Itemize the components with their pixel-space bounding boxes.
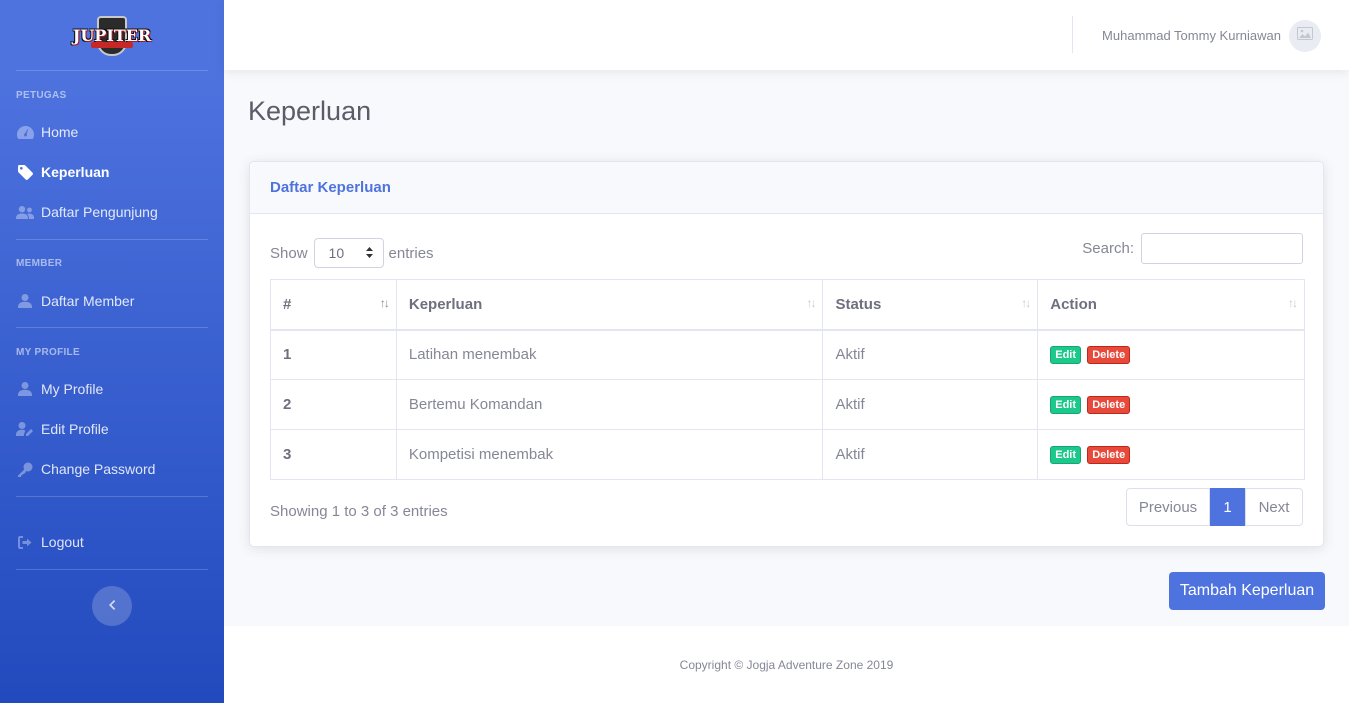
column-header-keperluan[interactable]: Keperluan ↑↓ bbox=[395, 279, 824, 331]
topbar-divider bbox=[1072, 16, 1073, 53]
table-header-row: # ↑↓ Keperluan ↑↓ Status ↑↓ Action ↑↓ bbox=[270, 279, 1305, 331]
sidebar-item-label: My Profile bbox=[41, 381, 104, 397]
sidebar-item-my-profile[interactable]: My Profile bbox=[16, 377, 208, 401]
page-length-value: 10 bbox=[328, 245, 345, 261]
tag-icon bbox=[16, 164, 34, 180]
cell-keperluan: Kompetisi menembak bbox=[395, 429, 824, 480]
sidebar-item-label: Keperluan bbox=[41, 164, 110, 180]
cell-status: Aktif bbox=[822, 379, 1039, 430]
sort-arrows-icon bbox=[365, 245, 373, 261]
card-title: Daftar Keperluan bbox=[270, 179, 391, 196]
cell-no: 3 bbox=[270, 429, 397, 480]
sidebar-item-keperluan[interactable]: Keperluan bbox=[16, 160, 208, 184]
cell-action: Edit Delete bbox=[1037, 429, 1305, 480]
tachometer-icon bbox=[16, 125, 34, 139]
pagination: Previous 1 Next bbox=[1126, 488, 1303, 526]
sidebar-item-label: Daftar Pengunjung bbox=[41, 204, 158, 220]
sidebar: JUPITER PETUGAS Home Keperluan Daftar Pe… bbox=[0, 0, 224, 703]
card-header: Daftar Keperluan bbox=[250, 162, 1323, 214]
logo-text: JUPITER bbox=[72, 25, 152, 45]
page-length-select[interactable]: 10 bbox=[313, 238, 384, 268]
page-length-control: Show 10 entries bbox=[270, 238, 434, 268]
pagination-page-1[interactable]: 1 bbox=[1210, 488, 1245, 526]
sidebar-toggle-button[interactable] bbox=[92, 586, 132, 626]
chevron-left-icon bbox=[108, 597, 116, 615]
column-header-no[interactable]: # ↑↓ bbox=[270, 279, 397, 331]
pagination-previous[interactable]: Previous bbox=[1126, 488, 1210, 526]
copyright-text: Copyright © Jogja Adventure Zone 2019 bbox=[679, 657, 894, 672]
users-icon bbox=[16, 205, 34, 219]
user-name[interactable]: Muhammad Tommy Kurniawan bbox=[1102, 28, 1281, 43]
keperluan-table: # ↑↓ Keperluan ↑↓ Status ↑↓ Action ↑↓ 1 … bbox=[270, 279, 1305, 480]
sort-icon: ↑↓ bbox=[1021, 296, 1031, 310]
key-icon bbox=[16, 462, 34, 477]
sidebar-item-home[interactable]: Home bbox=[16, 120, 208, 144]
sidebar-brand[interactable]: JUPITER bbox=[0, 0, 224, 70]
column-header-label: Status bbox=[835, 295, 882, 313]
sidebar-item-edit-profile[interactable]: Edit Profile bbox=[16, 417, 208, 441]
sidebar-divider bbox=[16, 327, 208, 328]
cell-action: Edit Delete bbox=[1037, 379, 1305, 430]
keperluan-card: Daftar Keperluan Show 10 entries Search:… bbox=[249, 161, 1324, 547]
table-row: 3 Kompetisi menembak Aktif Edit Delete bbox=[270, 429, 1305, 480]
sidebar-item-change-password[interactable]: Change Password bbox=[16, 457, 208, 481]
delete-button[interactable]: Delete bbox=[1087, 446, 1131, 464]
sidebar-heading-my-profile: MY PROFILE bbox=[16, 347, 80, 358]
page-title: Keperluan bbox=[248, 96, 372, 126]
cell-status: Aktif bbox=[822, 429, 1039, 480]
cell-action: Edit Delete bbox=[1037, 329, 1305, 380]
footer: Copyright © Jogja Adventure Zone 2019 bbox=[224, 626, 1349, 703]
sidebar-heading-petugas: PETUGAS bbox=[16, 90, 67, 101]
sidebar-item-label: Edit Profile bbox=[41, 421, 109, 437]
pagination-next[interactable]: Next bbox=[1245, 488, 1303, 526]
delete-button[interactable]: Delete bbox=[1087, 396, 1131, 414]
sidebar-item-label: Change Password bbox=[41, 461, 156, 477]
jupiter-logo: JUPITER bbox=[73, 10, 151, 60]
edit-button[interactable]: Edit bbox=[1050, 346, 1082, 365]
sort-icon: ↑↓ bbox=[806, 296, 816, 310]
sidebar-item-daftar-pengunjung[interactable]: Daftar Pengunjung bbox=[16, 200, 208, 224]
avatar[interactable] bbox=[1289, 20, 1321, 52]
column-header-status[interactable]: Status ↑↓ bbox=[822, 279, 1039, 331]
sidebar-item-daftar-member[interactable]: Daftar Member bbox=[16, 289, 208, 313]
edit-button[interactable]: Edit bbox=[1050, 396, 1082, 414]
sidebar-item-logout[interactable]: Logout bbox=[16, 530, 208, 554]
sidebar-divider bbox=[16, 569, 208, 570]
sidebar-item-label: Daftar Member bbox=[41, 293, 135, 309]
topbar: Muhammad Tommy Kurniawan bbox=[224, 0, 1349, 70]
table-row: 2 Bertemu Komandan Aktif Edit Delete bbox=[270, 379, 1305, 430]
sidebar-divider bbox=[16, 496, 208, 497]
search-control: Search: bbox=[1082, 233, 1303, 264]
user-icon bbox=[16, 382, 34, 396]
sort-icon: ↑↓ bbox=[1288, 296, 1298, 310]
column-header-label: Action bbox=[1050, 295, 1097, 313]
entries-label: entries bbox=[388, 244, 434, 262]
tambah-keperluan-button[interactable]: Tambah Keperluan bbox=[1169, 572, 1325, 610]
cell-no: 2 bbox=[270, 379, 397, 430]
sidebar-divider bbox=[16, 70, 208, 71]
sign-out-icon bbox=[16, 535, 34, 549]
column-header-label: Keperluan bbox=[408, 295, 483, 313]
user-edit-icon bbox=[16, 422, 34, 436]
sidebar-heading-member: MEMBER bbox=[16, 258, 63, 269]
delete-button[interactable]: Delete bbox=[1087, 346, 1131, 365]
sidebar-divider bbox=[16, 239, 208, 240]
cell-status: Aktif bbox=[822, 329, 1039, 380]
search-label: Search: bbox=[1082, 240, 1134, 257]
search-input[interactable] bbox=[1141, 233, 1303, 264]
sidebar-item-label: Logout bbox=[41, 534, 84, 550]
edit-button[interactable]: Edit bbox=[1050, 446, 1082, 464]
cell-no: 1 bbox=[270, 329, 397, 380]
image-icon bbox=[1297, 27, 1313, 45]
cell-keperluan: Latihan menembak bbox=[395, 329, 824, 380]
table-row: 1 Latihan menembak Aktif Edit Delete bbox=[270, 329, 1305, 380]
sidebar-item-label: Home bbox=[41, 124, 79, 140]
user-icon bbox=[16, 294, 34, 308]
show-label: Show bbox=[270, 244, 308, 262]
cell-keperluan: Bertemu Komandan bbox=[395, 379, 824, 430]
sort-icon: ↑↓ bbox=[379, 296, 390, 310]
column-header-action[interactable]: Action ↑↓ bbox=[1037, 279, 1305, 331]
table-info: Showing 1 to 3 of 3 entries bbox=[270, 503, 448, 520]
column-header-label: # bbox=[283, 295, 292, 313]
